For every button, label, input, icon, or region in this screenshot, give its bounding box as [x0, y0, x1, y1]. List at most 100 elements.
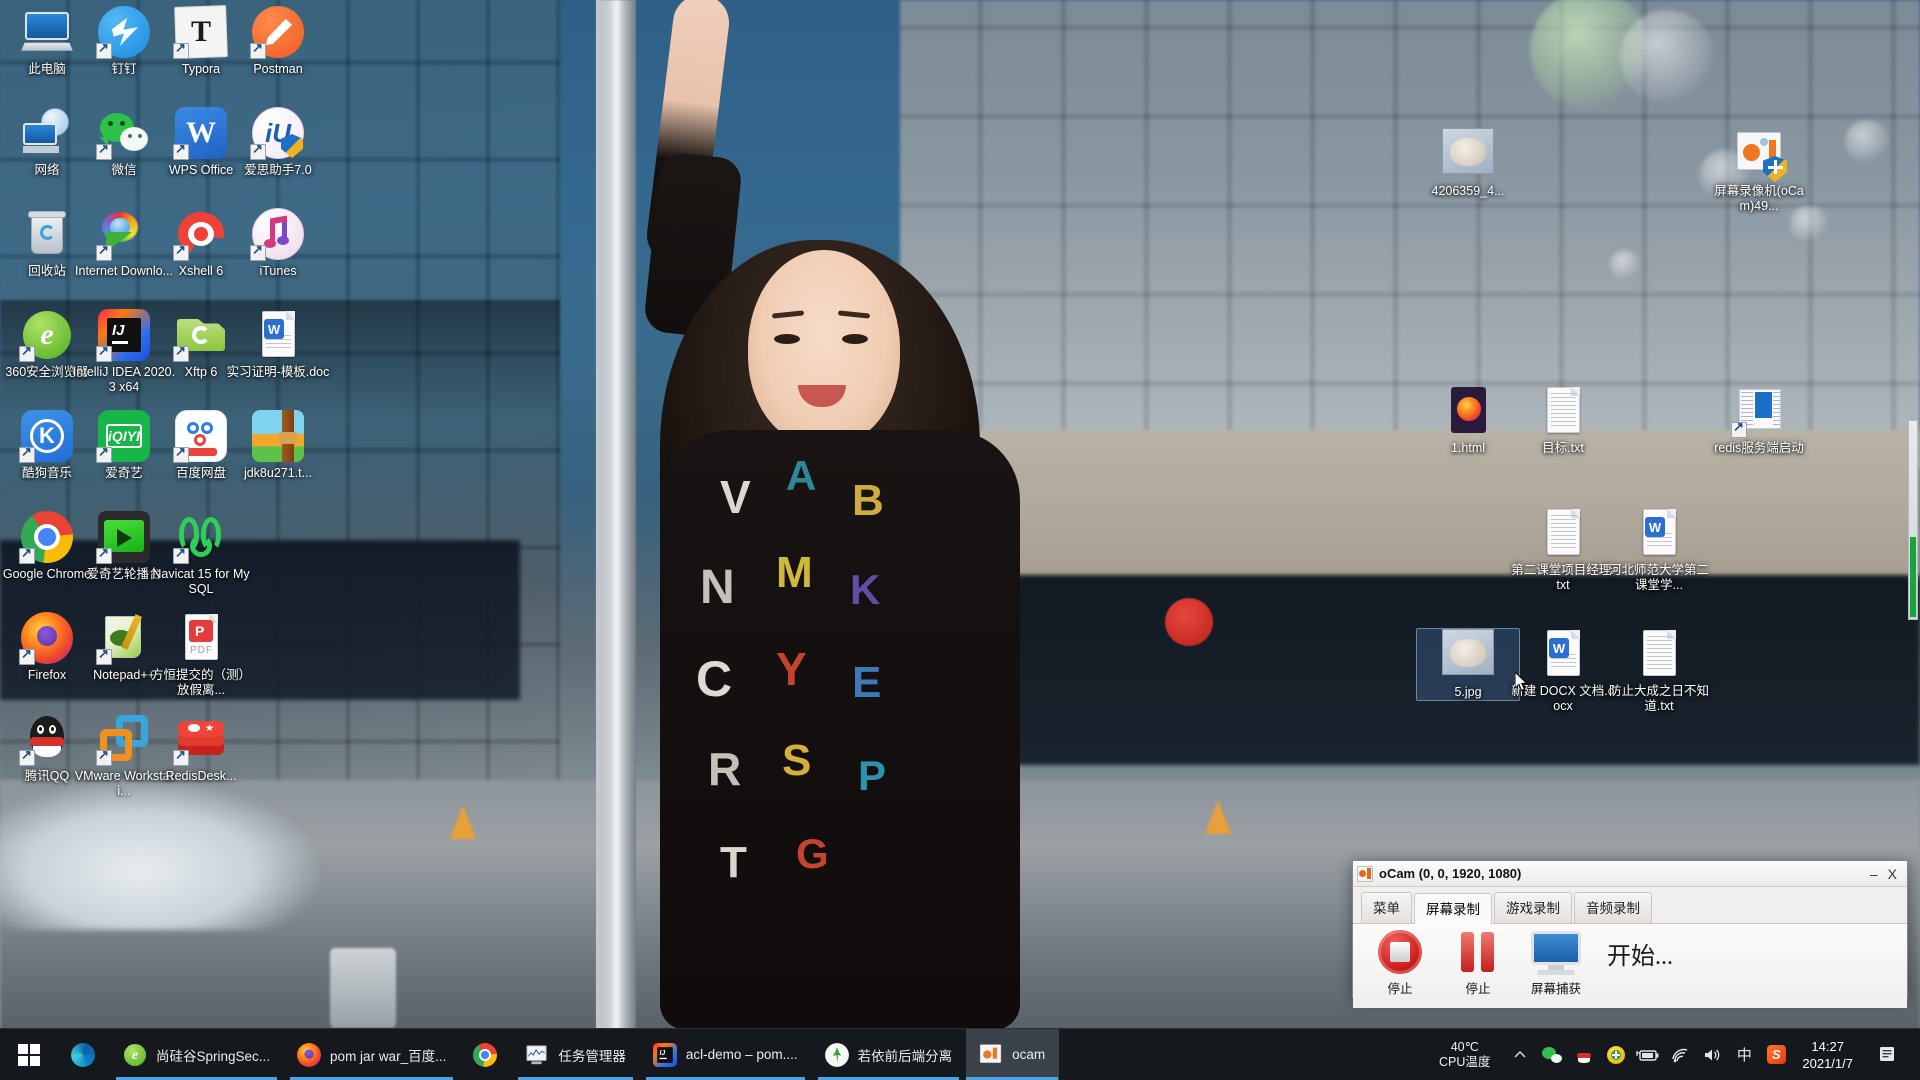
wallpaper-trash-can [330, 948, 396, 1028]
shortcut-overlay-icon [173, 747, 189, 766]
recycle-bin-icon [21, 208, 73, 260]
this-pc-icon [21, 6, 73, 58]
shortcut-overlay-icon [173, 141, 189, 160]
desktop-icon-label: 爱思助手7.0 [244, 163, 312, 177]
desktop-icon[interactable]: 屏幕录像机(oCam)49... [1707, 128, 1811, 214]
start-button[interactable] [0, 1029, 58, 1080]
baidu-netdisk-icon [173, 410, 227, 463]
cpu-temp-label: CPU温度 [1438, 1054, 1491, 1069]
ocam-tab[interactable]: 屏幕录制 [1414, 893, 1492, 924]
desktop-icon-label: RedisDesk... [165, 769, 237, 783]
ocam-tab[interactable]: 音频录制 [1574, 892, 1652, 923]
taskbar-button[interactable]: pom jar war_百度... [284, 1029, 460, 1080]
xftp-icon [173, 309, 227, 362]
ocam-stop-record-button[interactable]: 停止 [1367, 930, 1433, 997]
taskbar-button[interactable]: IJ acl-demo – pom.... [640, 1029, 812, 1080]
battery-charging-icon[interactable] [1632, 1029, 1664, 1080]
desktop-icon[interactable]: Navicat 15 for MySQL [149, 511, 253, 597]
network-icon [21, 107, 73, 159]
taskbar-button[interactable]: e 尚硅谷SpringSec... [110, 1029, 284, 1080]
shortcut-overlay-icon [19, 343, 35, 362]
volume-icon[interactable] [1696, 1029, 1728, 1080]
word-doc-icon: W [252, 309, 304, 361]
minimize-button[interactable]: – [1870, 867, 1878, 881]
wechat-tray-icon[interactable] [1536, 1029, 1568, 1080]
taskbar-button[interactable]: 任务管理器 [512, 1029, 640, 1080]
desktop-icon[interactable]: 防止大成之日不知道.txt [1607, 628, 1711, 714]
shortcut-overlay-icon [19, 646, 35, 665]
desktop-icon[interactable]: redis服务端启动 [1707, 385, 1811, 456]
taskbar-clock[interactable]: 14:27 2021/1/7 [1792, 1038, 1867, 1072]
taskbar-button[interactable]: ocam [966, 1029, 1060, 1080]
cpu-temperature-tray[interactable]: 40℃ CPU温度 [1425, 1040, 1504, 1070]
desktop-icon-label: 屏幕录像机(oCam)49... [1714, 184, 1804, 213]
desktop-icon-label: 实习证明-模板.doc [226, 365, 330, 379]
redis-desktop-icon [173, 713, 227, 766]
ocam-status-text: 开始... [1607, 944, 1673, 970]
desktop-icon[interactable]: 目标.txt [1511, 385, 1615, 456]
desktop-icon[interactable]: W 新建 DOCX 文档.docx [1511, 628, 1615, 714]
desktop-icon[interactable]: 1.html [1416, 385, 1520, 456]
shortcut-overlay-icon [19, 444, 35, 463]
qq-tray-icon[interactable] [1568, 1029, 1600, 1080]
ocam-title-text: oCam (0, 0, 1920, 1080) [1379, 866, 1522, 881]
taskbar-button[interactable] [460, 1029, 512, 1080]
wechat-icon [96, 107, 150, 160]
sogou-ime-icon[interactable]: S [1760, 1029, 1792, 1080]
desktop-icon[interactable]: P PDF 方恒提交的（测）放假离... [149, 612, 253, 698]
desktop-icon-label: 方恒提交的（测）放假离... [150, 668, 251, 697]
shortcut-overlay-icon [96, 646, 112, 665]
close-button[interactable]: X [1888, 867, 1897, 881]
shortcut-overlay-icon [173, 242, 189, 261]
vmware-icon [96, 713, 150, 766]
chrome-icon [19, 511, 73, 564]
desktop-icon[interactable]: iTunes [226, 208, 330, 279]
shortcut-overlay-icon [1731, 419, 1747, 438]
screen-capture-icon [1523, 930, 1589, 976]
wallpaper-scroll-sliver [1908, 420, 1918, 620]
desktop-icon[interactable]: 第二课堂项目经理.txt [1511, 507, 1615, 593]
desktop-icon[interactable]: W 河北师范大学第二课堂学... [1607, 507, 1711, 593]
action-center-icon[interactable] [1867, 1045, 1909, 1065]
desktop-icon[interactable]: iU 爱思助手7.0 [226, 107, 330, 178]
ocam-tab[interactable]: 游戏录制 [1494, 892, 1572, 923]
stop-record-icon [1367, 930, 1433, 976]
ruoyi-icon [824, 1042, 849, 1067]
taskbar-button[interactable]: 若依前后端分离 [812, 1029, 967, 1080]
ocam-window[interactable]: oCam (0, 0, 1920, 1080) – X 菜单 屏幕录制 游戏录制 音频… [1352, 860, 1908, 1008]
shortcut-overlay-icon [96, 141, 112, 160]
taskbar-items: e 尚硅谷SpringSec... pom jar war_百度... 任务管理器 IJ… [58, 1029, 1060, 1080]
360-shield-tray-icon[interactable] [1600, 1029, 1632, 1080]
wallpaper-bokeh [1610, 250, 1640, 280]
shortcut-overlay-icon [250, 141, 266, 160]
chevron-up-icon[interactable] [1504, 1029, 1536, 1080]
taskbar[interactable]: e 尚硅谷SpringSec... pom jar war_百度... 任务管理器 IJ… [0, 1028, 1920, 1080]
desktop-icon[interactable]: Postman [226, 6, 330, 77]
desktop-icon[interactable]: W 实习证明-模板.doc [226, 309, 330, 380]
ime-chinese-label: 中 [1736, 1047, 1752, 1064]
desktop-icon[interactable]: jdk8u271.t... [226, 410, 330, 481]
idm-icon [96, 208, 150, 261]
iqiyi-icon: iQIYI [96, 410, 150, 463]
taskbar-button-label: 尚硅谷SpringSec... [156, 1048, 271, 1064]
wifi-icon[interactable] [1664, 1029, 1696, 1080]
taskbar-button-edge[interactable] [58, 1029, 110, 1080]
image-thumbnail-icon [1442, 128, 1494, 180]
ocam-titlebar[interactable]: oCam (0, 0, 1920, 1080) – X [1353, 861, 1907, 887]
ocam-tab[interactable]: 菜单 [1361, 892, 1412, 923]
image-thumbnail-icon [1442, 629, 1494, 681]
desktop-icon[interactable]: 5.jpg [1416, 628, 1520, 701]
chrome-icon [473, 1042, 498, 1067]
shortcut-overlay-icon [96, 747, 112, 766]
windows-start-icon [18, 1043, 40, 1066]
desktop-icon[interactable]: 4206359_4... [1416, 128, 1520, 199]
desktop-icon[interactable]: RedisDesk... [149, 713, 253, 784]
ocam-screen-capture-button[interactable]: 屏幕捕获 [1523, 930, 1589, 997]
ocam-screen-capture-label: 屏幕捕获 [1530, 982, 1581, 996]
ocam-pause-button[interactable]: 停止 [1445, 930, 1511, 997]
ime-chinese-icon[interactable]: 中 [1728, 1029, 1760, 1080]
task-manager-icon [525, 1043, 549, 1067]
desktop-icon-label: Navicat 15 for MySQL [152, 567, 250, 596]
navicat-icon [173, 511, 227, 564]
postman-icon [250, 6, 304, 59]
